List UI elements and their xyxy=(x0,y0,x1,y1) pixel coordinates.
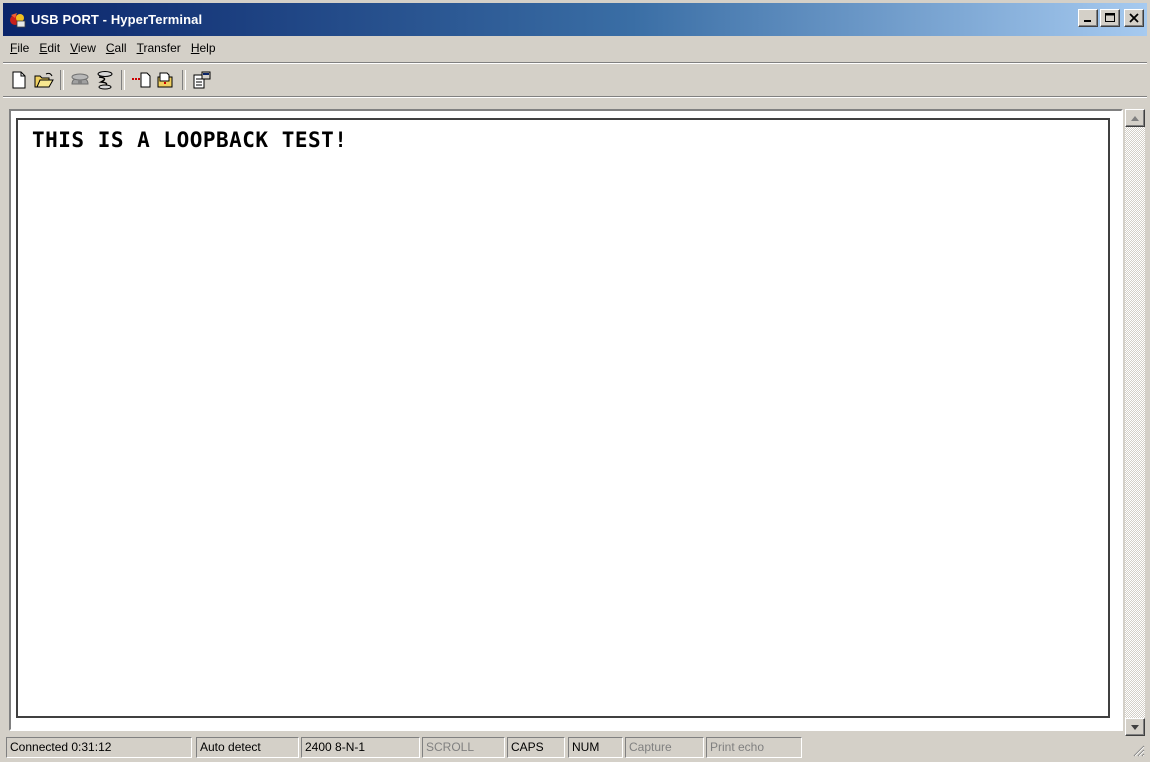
scroll-down-button[interactable] xyxy=(1125,718,1145,736)
close-icon xyxy=(1129,13,1139,23)
vertical-scrollbar[interactable] xyxy=(1125,109,1145,736)
menu-edit[interactable]: Edit xyxy=(34,38,65,58)
maximize-button[interactable] xyxy=(1100,9,1120,27)
dial-icon xyxy=(97,71,113,90)
toolbar xyxy=(8,66,216,94)
menu-file[interactable]: File xyxy=(5,38,34,58)
status-port-settings: 2400 8-N-1 xyxy=(301,737,420,758)
menu-view[interactable]: View xyxy=(65,38,101,58)
menu-transfer[interactable]: Transfer xyxy=(132,38,186,58)
status-caps: CAPS xyxy=(507,737,565,758)
properties-button[interactable] xyxy=(191,69,213,91)
new-connection-button[interactable] xyxy=(8,69,30,91)
status-capture: Capture xyxy=(625,737,704,758)
toolbar-divider xyxy=(3,96,1147,98)
close-button[interactable] xyxy=(1124,9,1144,27)
toolbar-separator xyxy=(182,70,186,90)
menu-toolbar-divider xyxy=(3,62,1147,64)
send-button[interactable] xyxy=(130,69,152,91)
resize-grip-icon[interactable] xyxy=(1131,743,1145,757)
terminal-screen[interactable] xyxy=(16,118,1110,718)
status-scroll: SCROLL xyxy=(422,737,505,758)
receive-button[interactable] xyxy=(155,69,177,91)
toolbar-separator xyxy=(60,70,64,90)
status-print-echo: Print echo xyxy=(706,737,802,758)
scroll-up-button[interactable] xyxy=(1125,109,1145,127)
status-bar: Connected 0:31:12 Auto detect 2400 8-N-1… xyxy=(3,737,1147,759)
menu-bar: File Edit View Call Transfer Help xyxy=(5,38,221,58)
properties-icon xyxy=(193,71,211,89)
minimize-button[interactable] xyxy=(1078,9,1098,27)
status-connection: Connected 0:31:12 xyxy=(6,737,192,758)
dial-button[interactable] xyxy=(94,69,116,91)
disconnect-icon xyxy=(71,73,89,85)
new-connection-icon xyxy=(12,71,26,89)
terminal-output: THIS IS A LOOPBACK TEST! xyxy=(32,128,348,152)
receive-icon xyxy=(157,72,173,88)
minimize-icon xyxy=(1084,20,1091,22)
open-icon xyxy=(34,72,54,88)
hyperterminal-window: USB PORT - HyperTerminal File Edit View … xyxy=(0,0,1150,762)
window-title: USB PORT - HyperTerminal xyxy=(31,12,203,27)
toolbar-separator xyxy=(121,70,125,90)
status-num: NUM xyxy=(568,737,623,758)
disconnect-button[interactable] xyxy=(69,69,91,91)
arrow-up-icon xyxy=(1131,115,1139,121)
open-button[interactable] xyxy=(33,69,55,91)
maximize-icon xyxy=(1105,13,1115,22)
send-icon xyxy=(132,72,151,88)
arrow-down-icon xyxy=(1131,724,1139,730)
menu-call[interactable]: Call xyxy=(101,38,132,58)
hyperterminal-app-icon[interactable] xyxy=(9,11,27,29)
title-bar[interactable]: USB PORT - HyperTerminal xyxy=(3,3,1147,36)
menu-help[interactable]: Help xyxy=(186,38,221,58)
status-terminal-type: Auto detect xyxy=(196,737,299,758)
